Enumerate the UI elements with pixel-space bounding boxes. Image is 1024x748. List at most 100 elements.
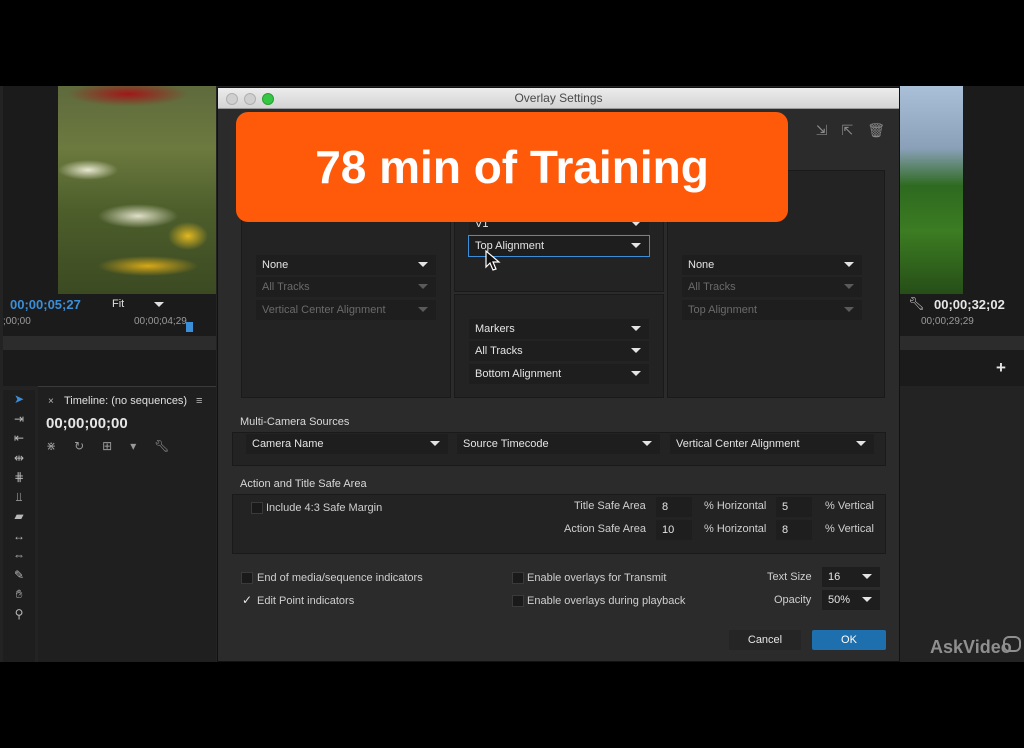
- right-tracks-dropdown[interactable]: All Tracks: [682, 277, 862, 297]
- multicam-alignment-dropdown[interactable]: Vertical Center Alignment: [670, 434, 874, 454]
- source-ruler-start: ;00;00: [3, 316, 31, 327]
- dropdown-value: Vertical Center Alignment: [676, 438, 800, 450]
- camera-name-dropdown[interactable]: Camera Name: [246, 434, 448, 454]
- rolling-edit-tool-icon[interactable]: ⇹: [3, 449, 35, 469]
- pen-tool-icon[interactable]: ⇔: [3, 546, 35, 566]
- razor-tool-icon[interactable]: ⫫: [3, 488, 35, 508]
- wrench-icon[interactable]: 🔧︎: [908, 296, 925, 312]
- title-safe-horizontal-input[interactable]: 8: [656, 497, 692, 517]
- import-preset-icon[interactable]: ⇲: [816, 122, 828, 139]
- program-timecode[interactable]: 00;00;32;02: [934, 297, 1005, 312]
- timeline-timecode[interactable]: 00;00;00;00: [46, 415, 128, 432]
- source-timecode[interactable]: 00;00;05;27: [10, 297, 81, 312]
- training-banner: 78 min of Training: [236, 112, 788, 222]
- selection-tool-icon[interactable]: ➤: [3, 390, 35, 410]
- chevron-down-icon: [418, 307, 428, 312]
- add-marker-list-icon[interactable]: ⊞: [102, 439, 112, 453]
- ok-button[interactable]: OK: [812, 630, 886, 650]
- opacity-dropdown[interactable]: 50%: [822, 590, 880, 610]
- center-bottom-alignment-dropdown[interactable]: Bottom Alignment: [469, 364, 649, 384]
- source-monitor-frame: [58, 86, 216, 294]
- multicam-section-title: Multi-Camera Sources: [240, 416, 350, 428]
- track-select-tool-icon[interactable]: ⇥: [3, 410, 35, 430]
- chevron-down-icon: [642, 441, 652, 446]
- chevron-down-icon: [631, 348, 641, 353]
- action-safe-vertical-input[interactable]: 8: [776, 520, 812, 540]
- end-media-indicators-checkbox[interactable]: [241, 572, 253, 584]
- dropdown-value: None: [262, 259, 289, 271]
- ripple-edit-tool-icon[interactable]: ⇤: [3, 429, 35, 449]
- zoom-fit-dropdown[interactable]: Fit: [112, 298, 124, 310]
- dropdown-value: 16: [828, 571, 841, 583]
- export-preset-icon[interactable]: ⇱: [841, 122, 853, 139]
- edit-point-indicators-checkbox[interactable]: ✓: [242, 593, 252, 607]
- end-media-indicators-label: End of media/sequence indicators: [257, 572, 423, 584]
- action-safe-label: Action Safe Area: [564, 523, 646, 535]
- tools-panel: ➤ ⇥ ⇤ ⇹ ⋕ ⫫ ▰ ↔ ⇔ ✎ ✋︎ ⚲: [3, 390, 35, 662]
- timeline-toolbar: ⋇ ↻ ⊞ ▾ 🔧︎: [46, 439, 169, 453]
- program-scrollbar[interactable]: [900, 336, 1024, 350]
- dropdown-value: Camera Name: [252, 438, 324, 450]
- left-overlay-type-dropdown[interactable]: None: [256, 255, 436, 275]
- enable-overlays-transmit-checkbox[interactable]: [512, 572, 524, 584]
- right-alignment-dropdown[interactable]: Top Alignment: [682, 300, 862, 320]
- dropdown-value: None: [688, 259, 715, 271]
- vertical-label: % Vertical: [825, 500, 874, 512]
- chevron-down-icon: [631, 371, 641, 376]
- pen-icon[interactable]: ✎: [3, 566, 35, 586]
- left-tracks-dropdown[interactable]: All Tracks: [256, 277, 436, 297]
- center-overlay-type-dropdown[interactable]: Markers: [469, 319, 649, 339]
- preset-icons: ⇲ ⇱ 🗑︎: [816, 122, 885, 139]
- snap-icon[interactable]: ⋇: [46, 439, 56, 453]
- enable-overlays-playback-label: Enable overlays during playback: [527, 595, 686, 607]
- chevron-down-icon: [844, 307, 854, 312]
- chevron-down-icon: [631, 326, 641, 331]
- chevron-down-icon: [862, 597, 872, 602]
- slide-tool-icon[interactable]: ↔: [3, 527, 35, 547]
- timeline-title[interactable]: Timeline: (no sequences): [64, 395, 187, 407]
- action-safe-horizontal-input[interactable]: 10: [656, 520, 692, 540]
- center-tracks-dropdown[interactable]: All Tracks: [469, 341, 649, 361]
- panel-menu-icon[interactable]: ≡: [196, 395, 202, 407]
- include-safe-margin-checkbox[interactable]: [251, 502, 263, 514]
- wrench-icon[interactable]: 🔧︎: [154, 439, 169, 453]
- trash-icon[interactable]: 🗑︎: [867, 122, 885, 139]
- chevron-down-icon[interactable]: [154, 302, 164, 307]
- text-size-dropdown[interactable]: 16: [822, 567, 880, 587]
- dropdown-value: 50%: [828, 594, 851, 606]
- enable-overlays-transmit-label: Enable overlays for Transmit: [527, 572, 667, 584]
- chevron-down-icon: [844, 284, 854, 289]
- cancel-button[interactable]: Cancel: [729, 630, 801, 650]
- askvideo-watermark: AskVideo: [930, 637, 1012, 657]
- hand-tool-icon[interactable]: ✋︎: [3, 585, 35, 605]
- opacity-label: Opacity: [774, 594, 812, 606]
- zoom-tool-icon[interactable]: ⚲: [3, 605, 35, 625]
- chevron-down-icon: [430, 441, 440, 446]
- horizontal-label: % Horizontal: [704, 523, 767, 535]
- timeline-panel: × Timeline: (no sequences) ≡ 00;00;00;00…: [38, 386, 216, 662]
- marker-icon[interactable]: ▾: [130, 439, 136, 453]
- dropdown-value: Top Alignment: [688, 304, 758, 316]
- dropdown-value: All Tracks: [262, 281, 310, 293]
- add-button-icon[interactable]: +: [996, 358, 1006, 378]
- title-safe-vertical-input[interactable]: 5: [776, 497, 812, 517]
- source-timecode-dropdown[interactable]: Source Timecode: [457, 434, 660, 454]
- right-overlay-type-dropdown[interactable]: None: [682, 255, 862, 275]
- dropdown-value: Markers: [475, 323, 515, 335]
- dialog-titlebar[interactable]: Overlay Settings: [218, 88, 899, 109]
- chevron-down-icon: [631, 243, 641, 248]
- enable-overlays-playback-checkbox[interactable]: [512, 595, 524, 607]
- left-alignment-dropdown[interactable]: Vertical Center Alignment: [256, 300, 436, 320]
- close-icon[interactable]: ×: [48, 396, 54, 407]
- safe-area-section-title: Action and Title Safe Area: [240, 478, 367, 490]
- program-monitor-frame: [900, 86, 963, 294]
- rate-stretch-tool-icon[interactable]: ⋕: [3, 468, 35, 488]
- speech-bubble-icon: [1003, 636, 1021, 652]
- linked-selection-icon[interactable]: ↻: [74, 439, 84, 453]
- dropdown-value: All Tracks: [688, 281, 736, 293]
- source-playhead[interactable]: [186, 322, 193, 332]
- slip-tool-icon[interactable]: ▰: [3, 507, 35, 527]
- dropdown-value: All Tracks: [475, 345, 523, 357]
- text-size-label: Text Size: [767, 571, 812, 583]
- source-scrollbar[interactable]: [3, 336, 216, 350]
